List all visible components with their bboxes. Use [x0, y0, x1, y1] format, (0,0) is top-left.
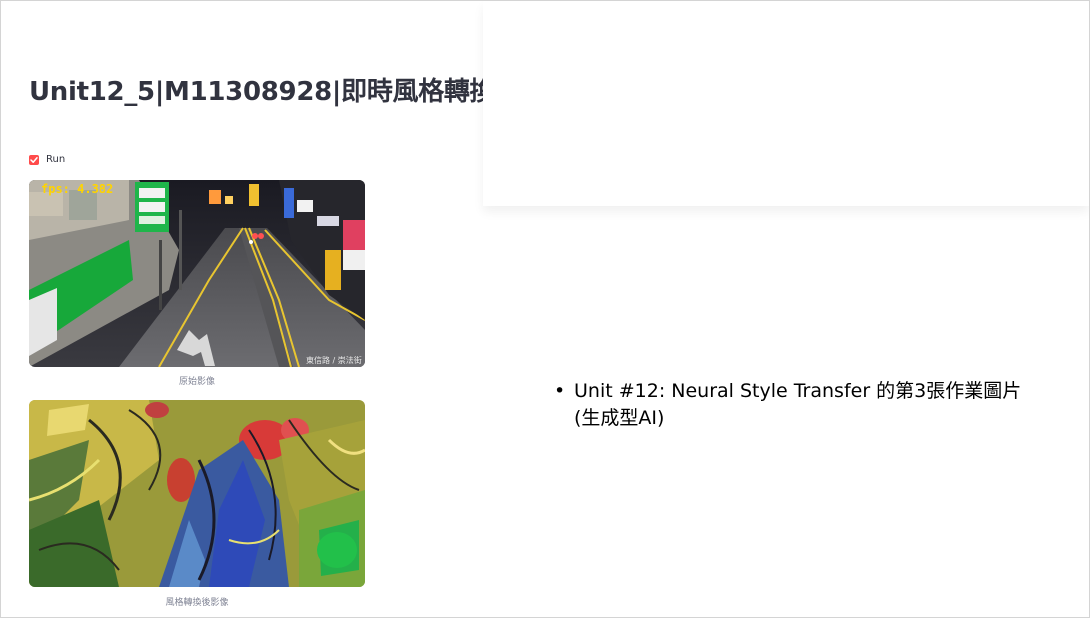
run-checkbox-row[interactable]: Run	[29, 154, 65, 165]
original-image-caption: 原始影像	[178, 377, 215, 387]
overlay-panel	[483, 1, 1089, 206]
run-checkbox[interactable]	[29, 154, 39, 165]
slide-bullet-text: Unit #12: Neural Style Transfer 的第3張作業圖片…	[574, 380, 1022, 429]
page-title: Unit12_5|M11308928|即時風格轉換	[29, 77, 483, 107]
styled-video-frame	[29, 400, 365, 587]
slide-bullet-item: • Unit #12: Neural Style Transfer 的第3張作業圖…	[554, 378, 1024, 432]
fps-overlay: fps: 4.382	[41, 182, 113, 196]
street-name-overlay: 東信路 / 崇法街	[306, 355, 362, 365]
styled-image-caption: 風格轉換後影像	[165, 598, 229, 608]
screenshot-frame: Unit12_5|M11308928|即時風格轉換 Run fps: 4.382…	[0, 0, 1090, 618]
streamlit-app-panel: Unit12_5|M11308928|即時風格轉換 Run fps: 4.382…	[1, 1, 483, 617]
bullet-dot: •	[554, 380, 566, 402]
slide-bullet-list: • Unit #12: Neural Style Transfer 的第3張作業圖…	[554, 378, 1024, 432]
run-checkbox-label: Run	[46, 154, 66, 165]
check-icon	[30, 156, 38, 163]
original-video-frame: fps: 4.382 東信路 / 崇法街	[29, 180, 365, 367]
